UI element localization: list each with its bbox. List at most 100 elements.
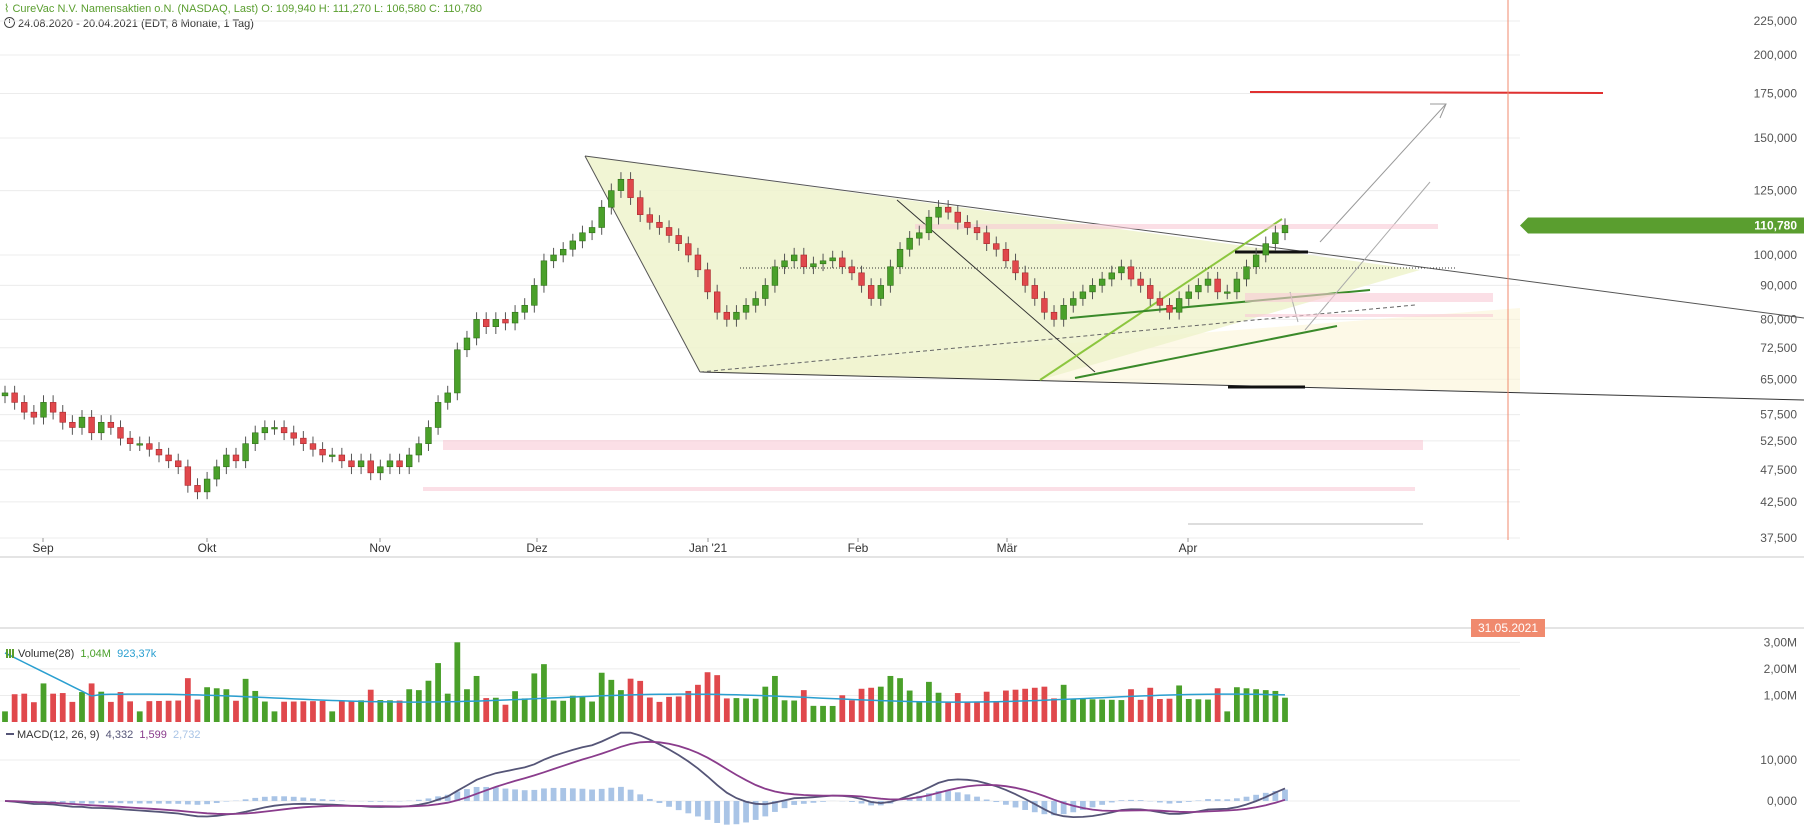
macd-histogram-bar: [1195, 800, 1202, 801]
macd-histogram-bar: [541, 788, 547, 801]
volume-bar: [569, 695, 576, 722]
candle: [1050, 311, 1058, 320]
volume-bar: [666, 696, 672, 722]
macd-histogram-bar: [1137, 800, 1144, 801]
month-label: Okt: [198, 541, 217, 555]
macd-histogram-bar: [993, 801, 1000, 803]
volume-bar: [1041, 686, 1048, 722]
candle: [1137, 278, 1144, 286]
volume-bar: [21, 693, 28, 722]
macd-histogram-bar: [695, 801, 701, 817]
volume-bar: [1224, 711, 1231, 722]
candle: [685, 243, 692, 256]
volume-bar: [541, 664, 547, 722]
candle: [136, 443, 143, 446]
candle: [723, 311, 730, 320]
volume-bar: [714, 675, 721, 722]
candle: [1156, 298, 1164, 306]
volume-legend-value: 1,04M: [80, 648, 111, 660]
volume-bar: [695, 684, 701, 722]
candle: [155, 448, 163, 456]
macd-histogram-bar: [656, 801, 663, 804]
macd-histogram-bar: [319, 799, 326, 801]
candle: [261, 427, 269, 434]
candle: [1118, 266, 1125, 274]
candle: [146, 443, 153, 450]
volume-bar: [464, 689, 470, 722]
macd-histogram-bar: [521, 790, 528, 801]
volume-bar: [512, 691, 518, 722]
price-tick-label: 52,500: [1760, 434, 1797, 448]
month-label: Mär: [997, 541, 1018, 555]
volume-bar: [2, 711, 8, 722]
volume-bar: [1157, 699, 1163, 722]
volume-bar: [300, 701, 307, 722]
volume-icon: [6, 649, 15, 658]
volume-bar: [59, 693, 66, 722]
candle: [377, 466, 384, 474]
candle: [492, 319, 500, 327]
macd-histogram-bar: [1157, 801, 1163, 803]
candle: [810, 263, 817, 268]
volume-bar: [156, 700, 162, 722]
candle: [319, 448, 326, 456]
volume-legend-average: 923,37k: [117, 648, 157, 660]
candle: [665, 227, 673, 236]
macd-histogram-bar: [107, 801, 114, 803]
stock-chart[interactable]: 225,000 200,000 175,000 150,000 125,000 100,0…: [0, 0, 1804, 830]
candle: [944, 206, 952, 213]
macd-histogram-bar: [98, 801, 105, 804]
macd-histogram-bar: [1224, 799, 1231, 801]
candle: [560, 248, 567, 256]
candle: [954, 211, 961, 223]
candle: [502, 319, 509, 324]
candle: [1108, 272, 1115, 280]
volume-bar: [675, 696, 682, 722]
volume-bar: [685, 690, 692, 722]
candle: [59, 411, 66, 423]
macd-histogram-bar: [492, 787, 499, 801]
candle: [964, 221, 971, 228]
macd-histogram-bar: [79, 801, 85, 804]
macd-histogram-bar: [1214, 799, 1221, 801]
volume-bar: [1022, 688, 1029, 722]
candle: [569, 240, 577, 250]
candle: [1098, 278, 1106, 286]
candle: [463, 337, 471, 351]
month-label: Jan '21: [689, 541, 728, 555]
volume-bar: [406, 689, 413, 722]
candle: [511, 311, 519, 324]
candle: [742, 304, 750, 313]
macd-legend-value: 4,332: [105, 729, 134, 741]
volume-bar: [454, 642, 461, 722]
volume-bar: [954, 693, 961, 722]
price-tick-label: 42,500: [1760, 495, 1797, 509]
candle: [521, 304, 528, 313]
volume-tick-label: 3,00M: [1764, 635, 1797, 649]
candle: [973, 227, 981, 234]
candle: [425, 427, 432, 444]
candle: [1, 392, 9, 397]
candle: [1089, 285, 1096, 293]
volume-bar: [868, 687, 875, 722]
macd-histogram-bar: [608, 787, 615, 801]
candle: [704, 269, 711, 293]
candle: [232, 454, 240, 462]
volume-bar: [1099, 699, 1106, 722]
candle: [1060, 304, 1067, 320]
volume-bar: [531, 673, 538, 722]
volume-bar: [743, 698, 749, 722]
price-tick-label: 150,000: [1754, 131, 1798, 145]
macd-histogram-bar: [1166, 801, 1173, 804]
macd-histogram-bar: [589, 789, 595, 801]
volume-bar: [983, 691, 990, 722]
macd-histogram-bar: [329, 799, 336, 801]
volume-bar: [1012, 689, 1019, 722]
candle: [223, 454, 230, 468]
volume-bar: [348, 700, 355, 722]
price-zone: [443, 440, 1423, 450]
macd-tick-label: 10,000: [1760, 753, 1797, 767]
volume-bar: [1233, 687, 1240, 722]
candle: [78, 416, 86, 428]
candle: [290, 432, 297, 439]
